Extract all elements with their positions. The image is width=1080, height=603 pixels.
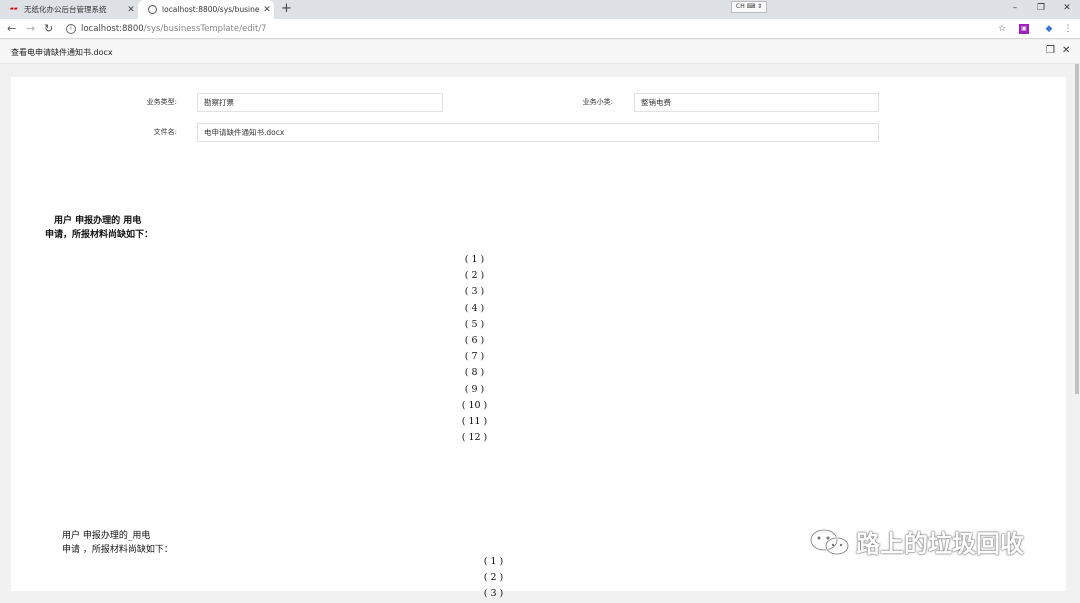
- close-window-button[interactable]: ✕: [1055, 0, 1079, 16]
- extension-icon[interactable]: ▣: [1019, 24, 1029, 34]
- globe-icon: [148, 5, 157, 14]
- tab-bar: ▰▰ 无纸化办公后台管理系统 ✕ localhost:8800/sys/busi…: [0, 0, 1080, 19]
- list-item: ( 4 ): [464, 302, 485, 314]
- business-subtype-label: 业务小类:: [582, 98, 613, 106]
- list-item: ( 6 ): [464, 334, 485, 346]
- business-type-label: 业务类型:: [146, 98, 177, 106]
- maximize-icon[interactable]: ❐: [1046, 45, 1055, 56]
- list-item: ( 9 ): [464, 383, 485, 395]
- business-subtype-field[interactable]: 整销电费: [634, 93, 879, 112]
- url-field[interactable]: i localhost:8800/sys/businessTemplate/ed…: [62, 21, 1010, 37]
- wechat-icon: [809, 528, 850, 555]
- doc-paragraph-line: 用户 申报办理的_用电: [62, 531, 151, 541]
- tab-business-template[interactable]: localhost:8800/sys/businessTe ✕: [138, 0, 274, 19]
- list-item: ( 2 ): [483, 572, 504, 584]
- minimize-button[interactable]: –: [1003, 0, 1027, 16]
- forward-icon[interactable]: →: [26, 22, 35, 36]
- bookmark-star-icon[interactable]: ☆: [997, 24, 1007, 34]
- list-item: ( 10 ): [461, 399, 488, 411]
- list-item: ( 12 ): [461, 432, 488, 444]
- business-type-field[interactable]: 勘察打票: [197, 93, 443, 112]
- reload-icon[interactable]: ↻: [44, 22, 53, 36]
- list-item: ( 8 ): [464, 367, 485, 379]
- doc-paragraph-line: 用户 申报办理的 用电: [54, 216, 142, 226]
- content-panel: 业务类型: 勘察打票 业务小类: 整销电费 文件名: 电申请缺件通知书.docx…: [11, 77, 1066, 599]
- list-item: ( 1 ): [483, 556, 504, 567]
- vertical-scrollbar[interactable]: [1074, 64, 1080, 591]
- tab-title: 无纸化办公后台管理系统: [24, 5, 107, 14]
- ime-label: CH: [736, 3, 745, 10]
- new-tab-button[interactable]: +: [281, 1, 292, 16]
- dialog-title: 查看电申请缺件通知书.docx: [11, 48, 113, 57]
- scrollbar-thumb[interactable]: [1075, 64, 1079, 394]
- ime-indicator[interactable]: CH ⌨ ⇕: [731, 1, 768, 13]
- tab-close-icon[interactable]: ✕: [260, 5, 274, 15]
- list-item: ( 3 ): [483, 588, 504, 600]
- info-icon[interactable]: i: [66, 24, 76, 34]
- watermark-text: 路上的垃圾回收: [856, 530, 1024, 558]
- doc-paragraph-line: 申请 ，所报材料尚缺如下：: [62, 545, 173, 555]
- list-item: ( 1 ): [464, 254, 485, 265]
- tab-admin-system[interactable]: ▰▰ 无纸化办公后台管理系统 ✕: [0, 0, 138, 19]
- list-item: ( 7 ): [464, 351, 485, 363]
- list-item: ( 5 ): [464, 318, 485, 330]
- site-logo-icon: ▰▰: [10, 6, 18, 12]
- list-item: ( 2 ): [464, 270, 485, 282]
- back-icon[interactable]: ←: [7, 22, 16, 36]
- extension-bird-icon[interactable]: ◆: [1044, 24, 1054, 34]
- doc-item-list: ( 1 ) ( 2 ) ( 3 ) ( 4 ) ( 5 ) ( 6 ) ( 7 …: [442, 252, 507, 446]
- list-item: ( 11 ): [461, 415, 488, 427]
- address-toolbar: ← → ↻ i localhost:8800/sys/businessTempl…: [0, 19, 1080, 39]
- doc-paragraph-line: 申请，所报材料尚缺如下：: [45, 230, 154, 240]
- filename-label: 文件名:: [153, 128, 177, 136]
- filename-field[interactable]: 电申请缺件通知书.docx: [197, 123, 879, 142]
- dialog-header: 查看电申请缺件通知书.docx ❐ ✕: [0, 40, 1080, 64]
- menu-kebab-icon[interactable]: ⋮: [1063, 24, 1073, 34]
- watermark: 路上的垃圾回收: [808, 524, 1024, 559]
- dialog-close-icon[interactable]: ✕: [1062, 45, 1070, 56]
- url-path: /sys/businessTemplate/edit/7: [143, 24, 267, 34]
- tab-title: localhost:8800/sys/businessTe: [162, 5, 260, 14]
- doc-item-list: ( 1 ) ( 2 ) ( 3 ): [461, 554, 526, 603]
- list-item: ( 3 ): [464, 286, 485, 298]
- tab-close-icon[interactable]: ✕: [124, 5, 138, 15]
- url-host: localhost:8800: [81, 24, 144, 34]
- restore-button[interactable]: ❐: [1029, 0, 1053, 16]
